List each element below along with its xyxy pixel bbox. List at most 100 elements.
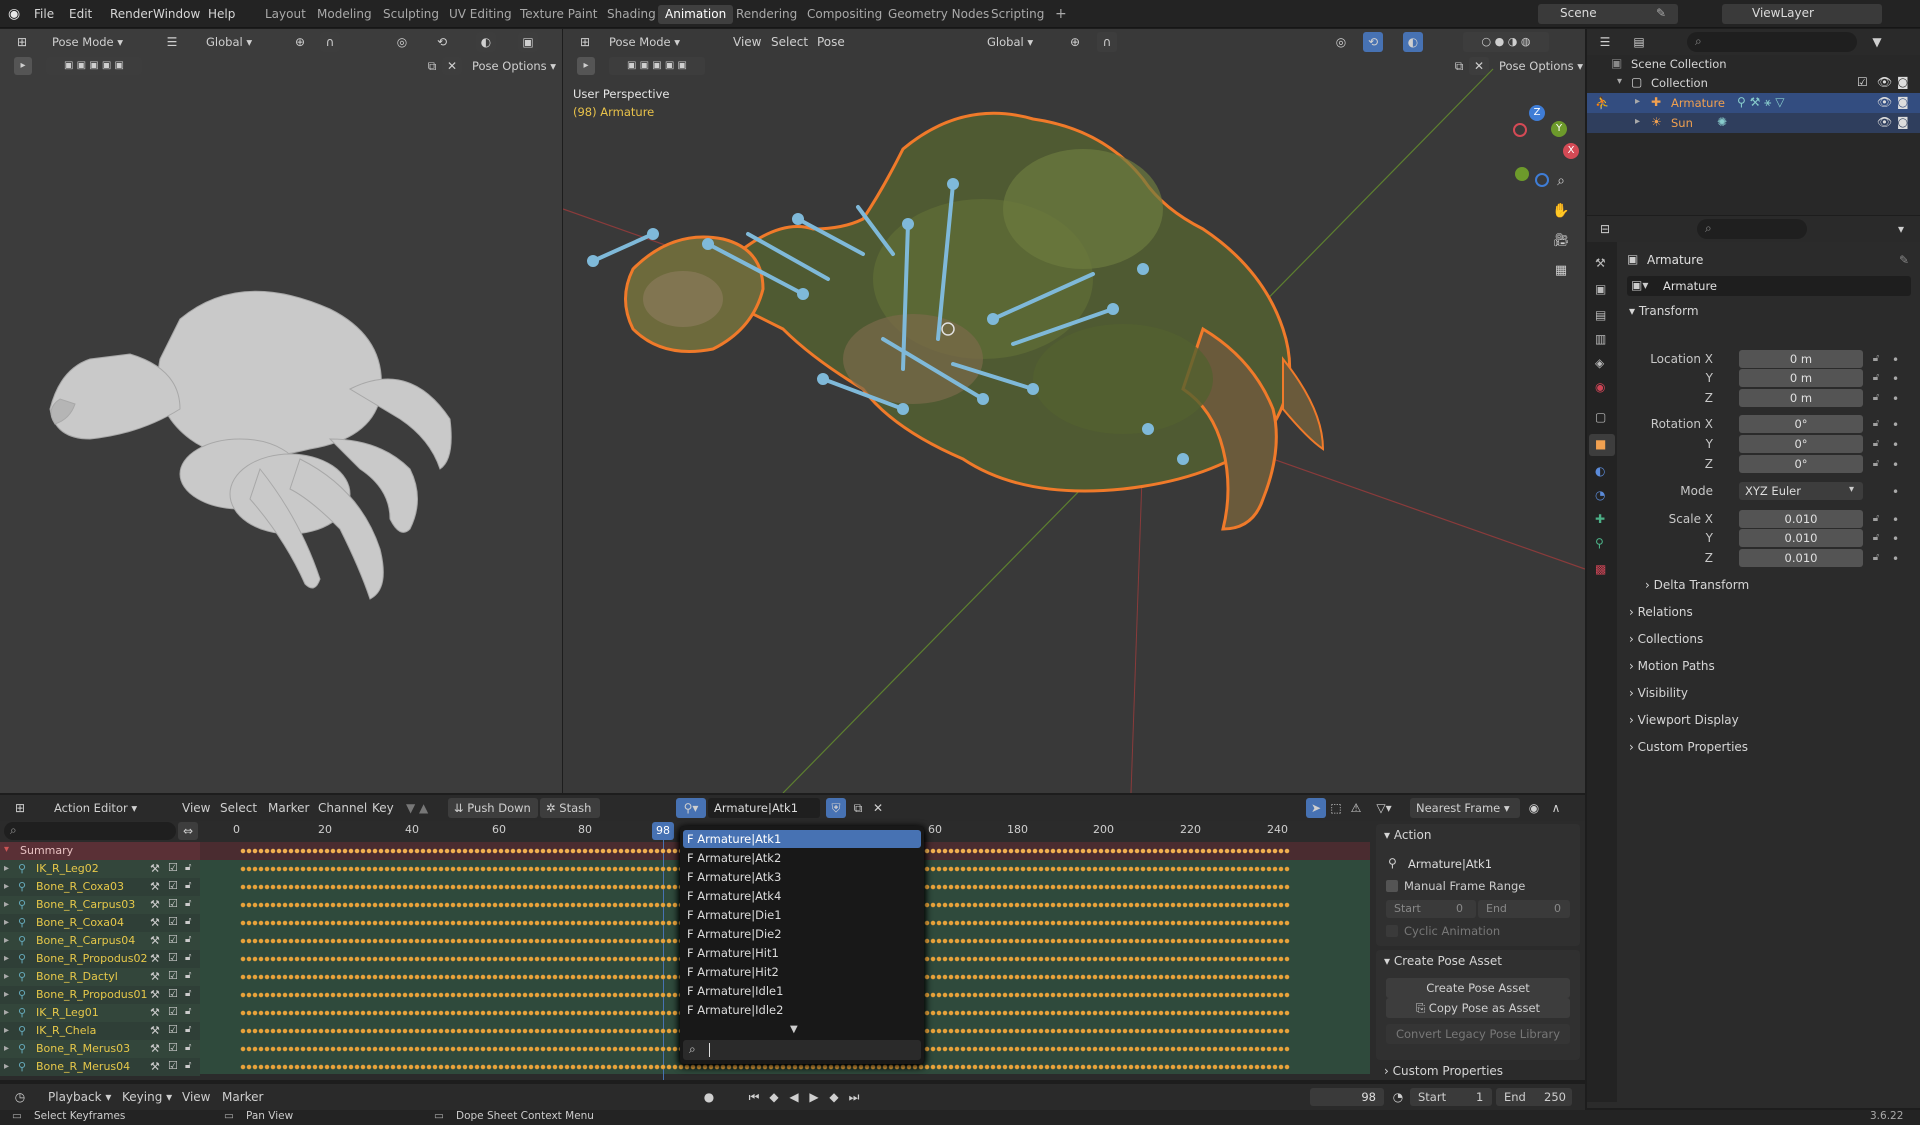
ds-menu-view[interactable]: View [182,801,210,815]
timeline-menu-playback[interactable]: Playback ▾ [48,1090,111,1104]
action-search-field[interactable]: ⌕ [683,1040,921,1060]
action-list-item[interactable]: F Armature|Idle2 [683,1001,921,1019]
action-list-item[interactable]: F Armature|Idle1 [683,982,921,1000]
move-down-icon[interactable]: ▼ ▲ [406,801,428,815]
channel-row[interactable]: ▸ ⚲ Bone_R_Coxa04 ⚒ ☑ 🔓︎ [0,914,200,932]
scale-y-field[interactable]: 0.010 [1739,529,1863,547]
scale-z-lock-icon[interactable]: 🔓︎ [1869,551,1883,565]
tab-animation[interactable]: Animation [658,5,734,24]
location-z-lock-icon[interactable]: 🔓︎ [1869,391,1883,405]
play-reverse-icon[interactable]: ◀ [784,1087,804,1107]
timeline-menu-keying[interactable]: Keying ▾ [122,1090,172,1104]
outliner-editor-icon[interactable]: ☰ [1595,32,1615,52]
channel-expand-icon[interactable]: ▸ [4,1043,9,1054]
channel-expand-icon[interactable]: ▸ [4,917,9,928]
channel-expand-icon[interactable]: ▸ [4,989,9,1000]
create-pose-asset-header[interactable]: ▾ Create Pose Asset [1384,950,1502,972]
errors-icon[interactable]: ⚠ [1346,798,1366,818]
action-list-item[interactable]: F Armature|Hit2 [683,963,921,981]
action-list-item[interactable]: F Armature|Hit1 [683,944,921,962]
channel-row[interactable]: ▸ ⚲ Bone_R_Coxa03 ⚒ ☑ 🔓︎ [0,878,200,896]
stash-button[interactable]: ✲ Stash [540,798,600,818]
main-viewport[interactable]: ⊞ Pose Mode ▾ View Select Pose Global ▾ … [563,29,1585,793]
relations-section[interactable]: › Relations [1629,601,1693,623]
start-frame-field[interactable]: Start 1 [1410,1088,1492,1106]
channel-lock-icon[interactable]: 🔓︎ [185,988,191,999]
scene-collection-label[interactable]: Scene Collection [1631,57,1727,71]
add-workspace-icon[interactable]: + [1048,5,1074,24]
falloff-icon[interactable]: ∧ [1546,798,1566,818]
next-keyframe-icon[interactable]: ◆ [824,1087,844,1107]
only-selected-icon[interactable]: ➤ [1306,798,1326,818]
armature-camera-icon[interactable]: ◙ [1897,95,1909,109]
sun-label[interactable]: Sun [1671,116,1693,130]
location-y-lock-icon[interactable]: 🔓︎ [1869,371,1883,385]
channel-modifier-icon[interactable]: ⚒ [150,1060,160,1073]
channel-row[interactable]: ▸ ⚲ Bone_R_Carpus03 ⚒ ☑ 🔓︎ [0,896,200,914]
properties-search-input[interactable]: ⌕ [1697,219,1807,239]
outliner-row-armature[interactable]: ⛹ ▸ ✚ Armature ⚲ ⚒ ⚹ ▽ 👁︎ ◙ [1587,93,1920,113]
action-panel-header[interactable]: ▾ Action [1384,824,1431,846]
channel-row[interactable]: ▸ ⚲ IK_R_Leg02 ⚒ ☑ 🔓︎ [0,860,200,878]
channel-row[interactable]: ▸ ⚲ IK_R_Leg01 ⚒ ☑ 🔓︎ [0,1004,200,1022]
proportional-icon[interactable]: ◉ [1524,798,1544,818]
armature-eye-icon[interactable]: 👁︎ [1877,95,1892,109]
action-list-scroll-icon[interactable]: ▼ [790,1024,798,1035]
rotation-z-lock-icon[interactable]: 🔓︎ [1869,457,1883,471]
new-action-icon[interactable]: ⧉ [848,798,868,818]
current-frame-field[interactable]: 98 [1310,1088,1384,1106]
channel-modifier-icon[interactable]: ⚒ [150,880,160,893]
current-frame-indicator[interactable]: 98 [652,822,674,840]
menu-edit[interactable]: Edit [69,0,92,28]
pan-hand-icon[interactable]: ✋ [1551,201,1571,221]
action-list-item[interactable]: F Armature|Atk2 [683,849,921,867]
armature-label[interactable]: Armature [1671,96,1725,110]
collection-checkbox-icon[interactable]: ☑ [1857,75,1868,89]
collection-eye-icon[interactable]: 👁︎ [1877,75,1892,89]
motion-paths-section[interactable]: › Motion Paths [1629,655,1715,677]
pose-mode-icon[interactable]: ⛹ [1595,96,1610,110]
custom-properties-section[interactable]: › Custom Properties [1629,736,1748,758]
sun-eye-icon[interactable]: 👁︎ [1877,115,1892,129]
pin-panel-icon[interactable]: ✎ [1899,253,1909,267]
outliner-row-sun[interactable]: ▸ ☀ Sun ✺ 👁︎ ◙ [1587,113,1920,133]
rotation-x-field[interactable]: 0° [1739,415,1863,433]
channel-lock-icon[interactable]: 🔓︎ [185,898,191,909]
menu-file[interactable]: File [34,0,54,28]
keyframe-strip[interactable] [240,1064,1290,1070]
channel-row[interactable]: ▸ ⚲ Bone_R_Propodus02 ⚒ ☑ 🔓︎ [0,950,200,968]
channel-checkbox-icon[interactable]: ☑ [168,879,178,892]
scale-y-lock-icon[interactable]: 🔓︎ [1869,531,1883,545]
view-layer-tab-icon[interactable]: ▥ [1595,332,1606,346]
armature-expand-icon[interactable]: ▸ [1635,96,1640,107]
rotation-y-keyframe-icon[interactable]: • [1892,438,1899,452]
channel-lock-icon[interactable]: 🔓︎ [185,880,191,891]
filter-icon[interactable]: ▽▾ [1374,798,1394,818]
crab-solid-model[interactable] [30,239,490,609]
outliner-display-icon[interactable]: ▤ [1629,32,1649,52]
ds-menu-channel[interactable]: Channel [318,801,367,815]
left-orientation-dropdown[interactable]: Global ▾ [200,32,278,52]
channel-checkbox-icon[interactable]: ☑ [168,1023,178,1036]
texture-tab-icon[interactable]: ▩ [1595,562,1606,576]
channel-expand-icon[interactable]: ▸ [4,971,9,982]
channel-checkbox-icon[interactable]: ☑ [168,969,178,982]
copy-pose-as-asset-button[interactable]: ⎘ Copy Pose as Asset [1386,998,1570,1018]
location-z-field[interactable]: 0 m [1739,389,1863,407]
gizmo-icon[interactable]: ⟲ [432,32,452,52]
modifier-tab-icon[interactable]: ◐ [1595,464,1605,478]
sun-camera-icon[interactable]: ◙ [1897,115,1909,129]
channel-lock-icon[interactable]: 🔓︎ [185,916,191,927]
play-icon[interactable]: ▶ [804,1087,824,1107]
scene-tab-icon[interactable]: ◈ [1595,356,1604,370]
channel-lock-icon[interactable]: 🔓︎ [185,1060,191,1071]
rotation-x-lock-icon[interactable]: 🔓︎ [1869,417,1883,431]
location-z-keyframe-icon[interactable]: • [1892,392,1899,406]
viewport-display-section[interactable]: › Viewport Display [1629,709,1739,731]
unlink-action-icon[interactable]: ✕ [868,798,888,818]
location-x-keyframe-icon[interactable]: • [1892,353,1899,367]
scale-z-keyframe-icon[interactable]: • [1892,552,1899,566]
tab-scripting[interactable]: Scripting [984,5,1051,24]
scale-x-field[interactable]: 0.010 [1739,510,1863,528]
overlay-icon[interactable]: ◐ [476,32,496,52]
